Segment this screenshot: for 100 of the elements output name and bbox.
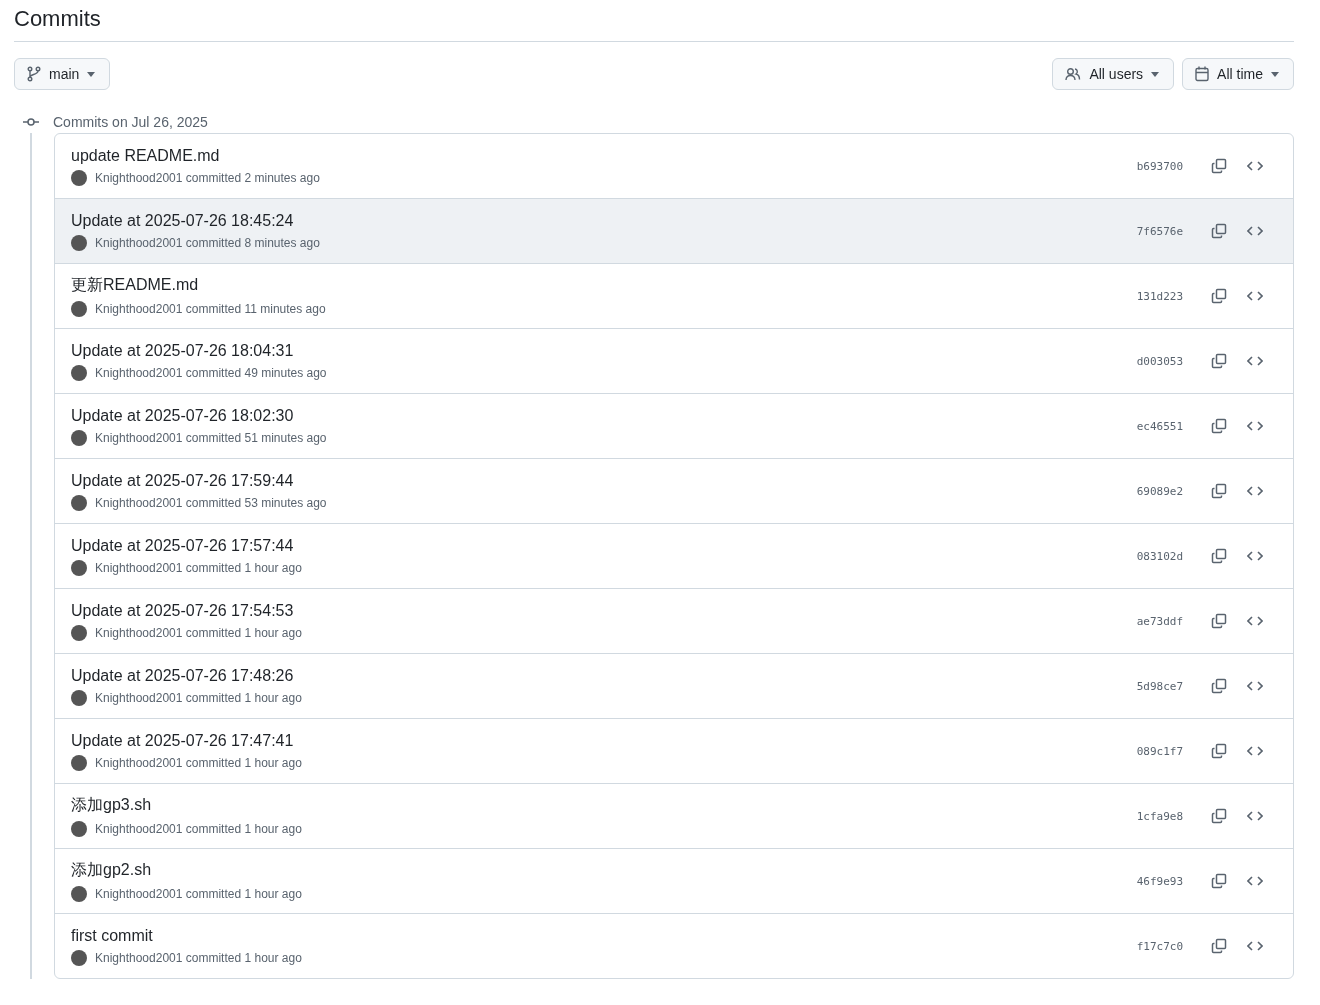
commit-icon: [23, 117, 39, 127]
commit-message[interactable]: 添加gp3.sh: [71, 795, 1137, 816]
commit-message[interactable]: Update at 2025-07-26 18:02:30: [71, 406, 1137, 425]
commit-row[interactable]: Update at 2025-07-26 17:57:44 Knighthood2001 committed 1 hour ago 083102d: [55, 523, 1293, 588]
copy-icon: [1211, 353, 1227, 369]
code-icon: [1247, 875, 1263, 887]
copy-icon: [1211, 158, 1227, 174]
commit-sha[interactable]: 69089e2: [1136, 484, 1183, 498]
time-filter[interactable]: All time: [1182, 58, 1294, 90]
branch-icon: [27, 66, 41, 82]
commit-message[interactable]: Update at 2025-07-26 17:54:53: [71, 601, 1137, 620]
commit-meta: Knighthood2001 committed 2 minutes ago: [95, 170, 320, 185]
commit-sha[interactable]: d003053: [1136, 354, 1183, 368]
caret-icon: [87, 71, 96, 77]
commit-meta: Knighthood2001 committed 51 minutes ago: [95, 430, 327, 445]
avatar-icon: [71, 364, 87, 381]
commit-row[interactable]: Update at 2025-07-26 18:02:30 Knighthood2001 committed 51 minutes ago ec46551: [55, 393, 1293, 458]
avatar-icon: [71, 689, 87, 706]
commit-row[interactable]: Update at 2025-07-26 18:45:24 Knighthood2001 committed 8 minutes ago 7f6576e: [55, 198, 1293, 263]
copy-icon: [1211, 938, 1227, 954]
copy-icon: [1211, 548, 1227, 564]
caret-icon: [1271, 71, 1279, 77]
code-icon: [1247, 680, 1263, 692]
code-icon: [1247, 225, 1263, 237]
avatar-icon: [71, 169, 87, 186]
commit-sha[interactable]: 1cfa9e8: [1136, 809, 1183, 823]
commit-sha[interactable]: ae73ddf: [1136, 614, 1183, 628]
calendar-icon: [1195, 66, 1210, 82]
code-icon: [1247, 615, 1263, 627]
commit-meta: Knighthood2001 committed 1 hour ago: [95, 690, 302, 705]
commit-message[interactable]: first commit: [71, 926, 1137, 945]
commit-sha[interactable]: 46f9e93: [1136, 874, 1183, 888]
commit-message[interactable]: Update at 2025-07-26 17:47:41: [71, 731, 1137, 750]
group-heading: Commits on Jul 26, 2025: [53, 114, 208, 130]
avatar-icon: [71, 301, 87, 317]
code-icon: [1247, 420, 1263, 432]
copy-icon: [1211, 873, 1227, 889]
avatar-icon: [71, 949, 87, 966]
commit-message[interactable]: 更新README.md: [71, 275, 1137, 296]
branch-button[interactable]: main: [14, 58, 111, 90]
commit-message[interactable]: Update at 2025-07-26 17:59:44: [71, 471, 1137, 490]
commit-message[interactable]: 添加gp2.sh: [71, 860, 1137, 881]
commit-row[interactable]: Update at 2025-07-26 17:54:53 Knighthood2001 committed 1 hour ago ae73ddf: [55, 588, 1293, 653]
code-icon: [1247, 160, 1263, 172]
commit-meta: Knighthood2001 committed 1 hour ago: [95, 755, 302, 770]
commit-message[interactable]: Update at 2025-07-26 18:45:24: [71, 211, 1137, 230]
commit-message[interactable]: update README.md: [71, 146, 1137, 165]
commit-meta: Knighthood2001 committed 53 minutes ago: [95, 495, 327, 510]
commit-meta: Knighthood2001 committed 1 hour ago: [95, 625, 302, 640]
avatar-icon: [71, 754, 87, 771]
commit-sha[interactable]: 5d98ce7: [1136, 679, 1183, 693]
commit-sha[interactable]: 131d223: [1136, 289, 1183, 303]
commit-sha[interactable]: b693700: [1136, 159, 1183, 173]
code-icon: [1247, 745, 1263, 757]
avatar-icon: [71, 429, 87, 446]
caret-icon: [1151, 71, 1160, 77]
commit-sha[interactable]: 089c1f7: [1136, 744, 1183, 758]
commit-row[interactable]: Update at 2025-07-26 18:04:31 Knighthood2001 committed 49 minutes ago d003053: [55, 328, 1293, 393]
code-icon: [1247, 485, 1263, 497]
copy-icon: [1211, 613, 1227, 629]
commit-message[interactable]: Update at 2025-07-26 18:04:31: [71, 341, 1137, 360]
commit-row[interactable]: Update at 2025-07-26 17:48:26 Knighthood2001 committed 1 hour ago 5d98ce7: [55, 653, 1293, 718]
copy-icon: [1211, 288, 1227, 304]
commit-sha[interactable]: 7f6576e: [1136, 224, 1183, 238]
commit-row[interactable]: 更新README.md Knighthood2001 committed 11 minutes ago 131d223: [55, 263, 1293, 328]
copy-icon: [1211, 743, 1227, 759]
commit-row[interactable]: 添加gp3.sh Knighthood2001 committed 1 hour ago 1cfa9e8: [55, 783, 1293, 848]
commit-meta: Knighthood2001 committed 8 minutes ago: [95, 235, 320, 250]
commit-meta: Knighthood2001 committed 1 hour ago: [95, 822, 302, 836]
commit-meta: Knighthood2001 committed 1 hour ago: [95, 887, 302, 901]
copy-icon: [1211, 418, 1227, 434]
commit-sha[interactable]: f17c7c0: [1136, 939, 1183, 953]
copy-icon: [1211, 678, 1227, 694]
avatar-icon: [71, 624, 87, 641]
copy-icon: [1211, 808, 1227, 824]
code-icon: [1247, 355, 1263, 367]
code-icon: [1247, 290, 1263, 302]
commit-meta: Knighthood2001 committed 11 minutes ago: [95, 302, 326, 316]
avatar-icon: [71, 494, 87, 511]
commit-row[interactable]: update README.md Knighthood2001 committed 2 minutes ago b693700: [55, 134, 1293, 198]
code-icon: [1247, 940, 1263, 952]
commit-message[interactable]: Update at 2025-07-26 17:48:26: [71, 666, 1137, 685]
commit-sha[interactable]: 083102d: [1136, 549, 1183, 563]
avatar-icon: [71, 234, 87, 251]
copy-icon: [1211, 483, 1227, 499]
people-icon: [1065, 67, 1082, 81]
avatar-icon: [71, 821, 87, 837]
commit-message[interactable]: Update at 2025-07-26 17:57:44: [71, 536, 1137, 555]
commit-sha[interactable]: ec46551: [1136, 419, 1183, 433]
commit-row[interactable]: first commit Knighthood2001 committed 1 hour ago f17c7c0: [55, 913, 1293, 978]
copy-icon: [1211, 223, 1227, 239]
commit-row[interactable]: Update at 2025-07-26 17:59:44 Knighthood2001 committed 53 minutes ago 69089e2: [55, 458, 1293, 523]
code-icon: [1247, 810, 1263, 822]
code-icon: [1247, 550, 1263, 562]
commit-row[interactable]: 添加gp2.sh Knighthood2001 committed 1 hour ago 46f9e93: [55, 848, 1293, 913]
users-filter[interactable]: All users: [1052, 58, 1175, 90]
commit-meta: Knighthood2001 committed 1 hour ago: [95, 560, 302, 575]
commit-meta: Knighthood2001 committed 1 hour ago: [95, 950, 302, 965]
commit-row[interactable]: Update at 2025-07-26 17:47:41 Knighthood2001 committed 1 hour ago 089c1f7: [55, 718, 1293, 783]
page-title: Commits: [14, 0, 1294, 42]
